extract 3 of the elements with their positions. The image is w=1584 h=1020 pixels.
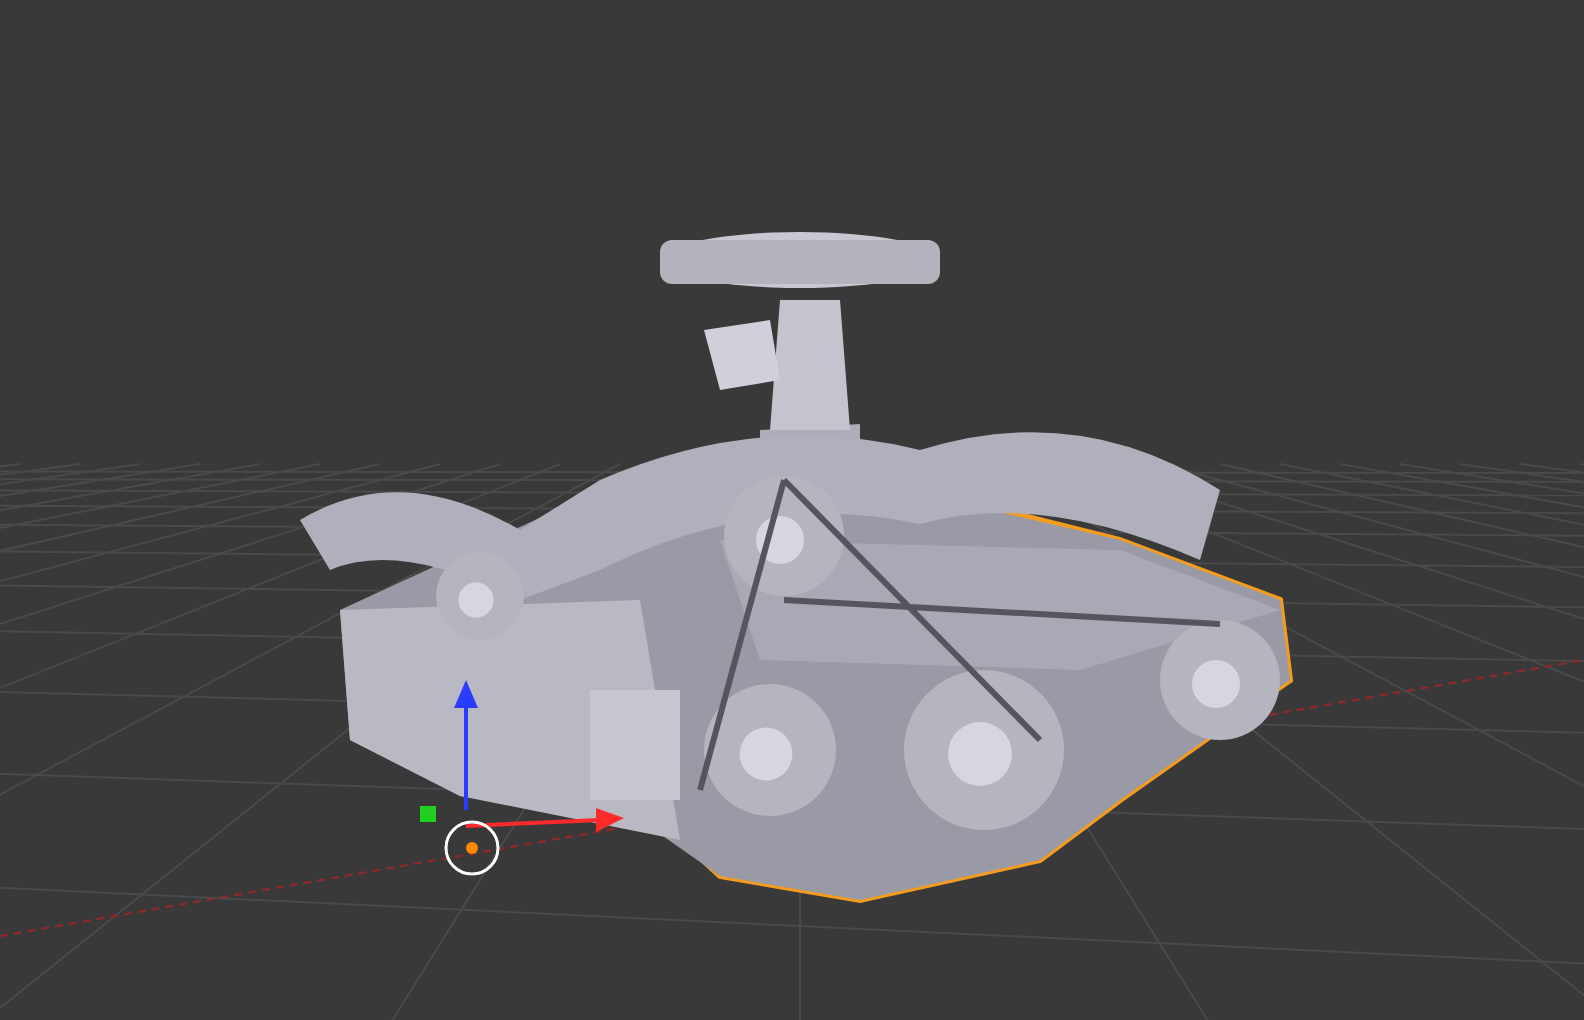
transform-gizmo-drawing[interactable] [420,680,624,832]
engine-model-drawing[interactable] [300,232,1294,904]
cursor-icon [444,820,500,876]
